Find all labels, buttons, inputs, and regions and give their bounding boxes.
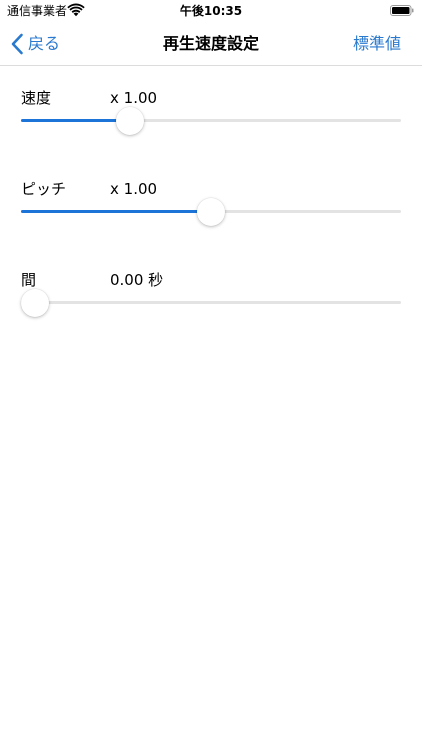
navigation-bar: 戻る 再生速度設定 標準値 bbox=[0, 22, 422, 66]
setting-interval: 間 0.00 秒 bbox=[0, 269, 422, 349]
pitch-slider[interactable] bbox=[21, 197, 401, 227]
slider-track bbox=[21, 119, 401, 122]
slider-thumb[interactable] bbox=[197, 198, 225, 226]
slider-thumb[interactable] bbox=[21, 289, 49, 317]
slider-track bbox=[21, 301, 401, 304]
speed-slider[interactable] bbox=[21, 106, 401, 136]
status-bar: 通信事業者 午後10:35 bbox=[0, 0, 422, 22]
setting-speed: 速度 x 1.00 bbox=[0, 87, 422, 167]
slider-thumb[interactable] bbox=[116, 107, 145, 135]
slider-fill bbox=[21, 210, 211, 213]
slider-fill bbox=[21, 119, 131, 122]
battery-icon bbox=[390, 5, 414, 16]
status-time: 午後10:35 bbox=[179, 4, 243, 18]
setting-pitch: ピッチ x 1.00 bbox=[0, 178, 422, 258]
reset-default-button[interactable]: 標準値 bbox=[353, 33, 401, 55]
interval-slider[interactable] bbox=[21, 288, 401, 318]
